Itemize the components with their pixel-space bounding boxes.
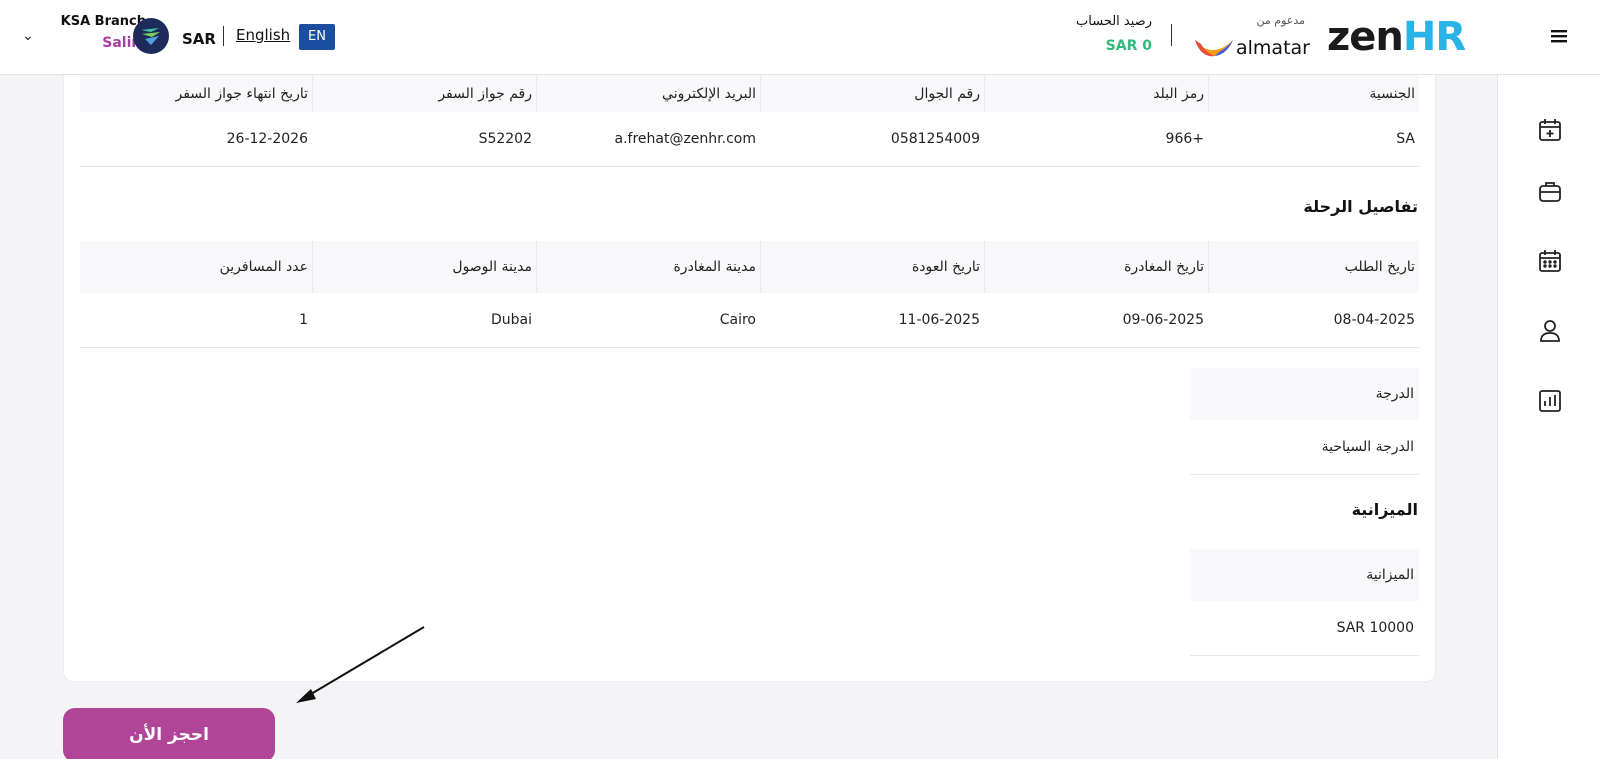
company-logo-icon — [133, 18, 169, 54]
header-return-date: تاريخ العودة — [760, 241, 984, 293]
travelers-count-value: 1 — [299, 312, 308, 328]
table-row: SA 966+ 0581254009 a.frehat@zenhr.com S5… — [80, 112, 1419, 167]
arrival-city-value: Dubai — [490, 312, 532, 328]
departure-date-value: 09-06-2025 — [1122, 312, 1204, 328]
mobile-value: 0581254009 — [890, 131, 980, 147]
email-value: a.frehat@zenhr.com — [614, 131, 757, 147]
trip-table-header: تاريخ الطلب تاريخ المغادرة تاريخ العودة … — [80, 241, 1419, 293]
user-icon[interactable] — [1537, 318, 1563, 344]
passport-number-value: S52202 — [478, 131, 532, 147]
currency-label: SAR — [182, 30, 216, 48]
calendar-icon[interactable] — [1537, 248, 1563, 274]
almatar-brand-name: almatar — [1236, 37, 1310, 59]
budget-header: الميزانية — [1190, 549, 1419, 601]
hr-logo-text: HR — [1402, 14, 1466, 60]
divider — [1171, 24, 1172, 46]
traveler-table-header: الجنسية رمز البلد رقم الجوال البريد الإل… — [80, 75, 1419, 112]
class-header: الدرجة — [1190, 368, 1419, 420]
powered-by-label: مدعوم من — [1256, 14, 1306, 27]
country-code-value: 966+ — [1165, 131, 1204, 147]
calendar-plus-icon[interactable] — [1537, 117, 1563, 143]
report-chart-icon[interactable] — [1537, 388, 1563, 414]
branch-info[interactable]: KSA Branch Salim — [46, 14, 146, 51]
book-now-button[interactable]: احجز الأن — [63, 708, 275, 759]
header-country-code: رمز البلد — [984, 75, 1208, 112]
balance-label: رصيد الحساب — [1076, 14, 1152, 29]
almatar-logo-icon — [1195, 40, 1233, 57]
language-switch-link[interactable]: English — [236, 26, 290, 44]
header-email: البريد الإلكتروني — [536, 75, 760, 112]
header-request-date: تاريخ الطلب — [1208, 241, 1419, 293]
nationality-value: SA — [1396, 131, 1415, 147]
header-departure-date: تاريخ المغادرة — [984, 241, 1208, 293]
budget-value: SAR 10000 — [1190, 601, 1419, 656]
passport-expiry-value: 26-12-2026 — [226, 131, 308, 147]
top-header: ⌄ KSA Branch Salim SAR English EN رصيد ا… — [0, 0, 1600, 75]
header-passport-number: رقم جواز السفر — [312, 75, 536, 112]
booking-details-card: الجنسية رمز البلد رقم الجوال البريد الإل… — [63, 75, 1436, 682]
trip-details-title: تفاصيل الرحلة — [1303, 197, 1418, 216]
departure-city-value: Cairo — [719, 312, 756, 328]
header-nationality: الجنسية — [1208, 75, 1419, 112]
header-arrival-city: مدينة الوصول — [312, 241, 536, 293]
header-departure-city: مدينة المغادرة — [536, 241, 760, 293]
chevron-down-icon[interactable]: ⌄ — [22, 28, 34, 44]
zen-logo-text: zen — [1327, 14, 1404, 60]
user-name: Salim — [102, 35, 146, 51]
table-row: 08-04-2025 09-06-2025 11-06-2025 Cairo D… — [80, 293, 1419, 348]
header-travelers-count: عدد المسافرين — [219, 259, 308, 275]
class-value: الدرجة السياحية — [1190, 420, 1419, 475]
header-passport-expiry: تاريخ انتهاء جواز السفر — [175, 85, 308, 102]
budget-title: الميزانية — [1351, 500, 1418, 519]
request-date-value: 08-04-2025 — [1333, 312, 1415, 328]
zenhr-logo: zenHR — [1327, 14, 1466, 60]
briefcase-icon[interactable] — [1537, 179, 1563, 205]
header-mobile: رقم الجوال — [760, 75, 984, 112]
branch-name: KSA Branch — [60, 14, 146, 29]
divider — [223, 26, 224, 46]
balance-value: SAR 0 — [1105, 38, 1152, 54]
return-date-value: 11-06-2025 — [898, 312, 980, 328]
language-badge[interactable]: EN — [299, 24, 335, 50]
hamburger-menu-icon[interactable] — [1549, 26, 1569, 46]
right-sidebar — [1497, 75, 1600, 759]
